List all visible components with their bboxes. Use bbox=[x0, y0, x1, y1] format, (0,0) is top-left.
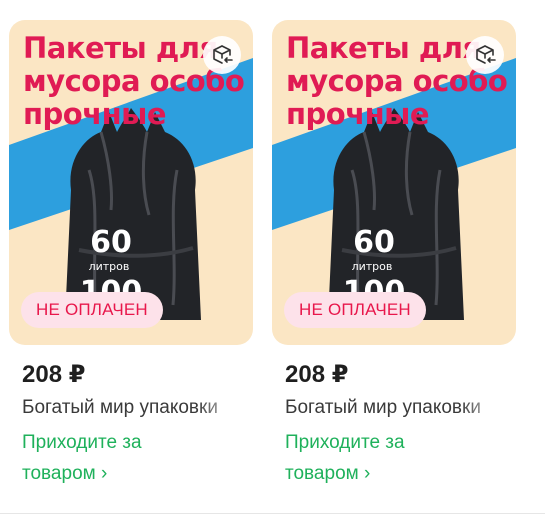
pickup-line: Приходите за bbox=[285, 432, 405, 453]
divider bbox=[0, 513, 545, 514]
product-card[interactable]: 60 литров 100 Пакеты для мусора особо пр… bbox=[9, 20, 253, 489]
pickup-line: товаром › bbox=[285, 463, 371, 484]
product-image[interactable]: 60 литров 100 Пакеты для мусора особо пр… bbox=[9, 20, 253, 345]
promo-line: прочные bbox=[286, 97, 430, 131]
status-badge: НЕ ОПЛАЧЕН bbox=[284, 292, 426, 328]
product-image[interactable]: 60 литров 100 Пакеты для мусора особо пр… bbox=[272, 20, 516, 345]
pickup-line: товаром › bbox=[22, 463, 108, 484]
status-badge: НЕ ОПЛАЧЕН bbox=[21, 292, 163, 328]
seller-title: Богатый мир упаковки bbox=[22, 393, 247, 423]
pickup-link[interactable]: Приходите за товаром › bbox=[285, 427, 505, 489]
promo-line: прочные bbox=[23, 97, 167, 131]
box-return-icon[interactable] bbox=[203, 36, 241, 74]
product-price: 208 ₽ bbox=[285, 361, 349, 388]
pickup-link[interactable]: Приходите за товаром › bbox=[22, 427, 242, 489]
bag-volume: 60 bbox=[90, 225, 132, 260]
box-return-icon[interactable] bbox=[466, 36, 504, 74]
bag-unit: литров bbox=[89, 260, 130, 273]
product-price: 208 ₽ bbox=[22, 361, 86, 388]
seller-title: Богатый мир упаковки bbox=[285, 393, 510, 423]
pickup-line: Приходите за bbox=[22, 432, 142, 453]
bag-unit: литров bbox=[352, 260, 393, 273]
product-card[interactable]: 60 литров 100 Пакеты для мусора особо пр… bbox=[272, 20, 516, 489]
bag-volume: 60 bbox=[353, 225, 395, 260]
